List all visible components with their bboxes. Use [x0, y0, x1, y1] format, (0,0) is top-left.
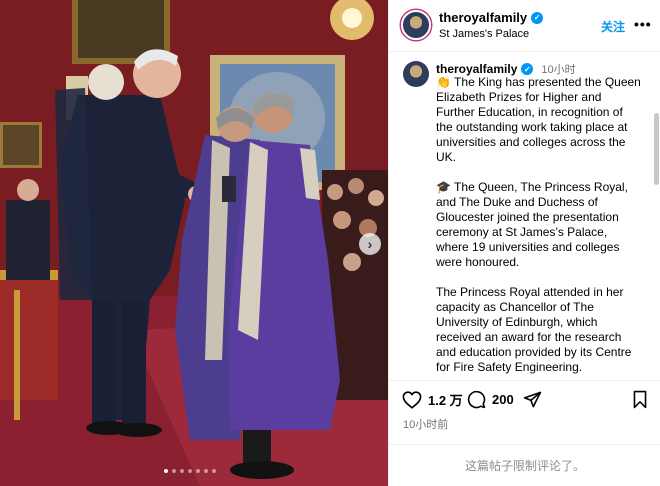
avatar[interactable] — [403, 61, 429, 87]
author-username[interactable]: theroyalfamily — [439, 10, 527, 25]
caption-scrollbar[interactable] — [654, 113, 659, 185]
carousel-dot — [164, 469, 168, 473]
like-count: 1.2 万 — [428, 393, 463, 408]
carousel-dot — [180, 469, 184, 473]
follow-button[interactable]: 关注 — [601, 18, 625, 35]
share-button[interactable] — [523, 390, 542, 409]
more-options-icon[interactable]: ••• — [634, 16, 652, 32]
post-location[interactable]: St James's Palace — [439, 28, 529, 40]
post-photo[interactable]: › — [0, 0, 388, 486]
carousel-dot — [212, 469, 216, 473]
carousel-dot — [204, 469, 208, 473]
caption-text: 👏 The King has presented the Queen Eliza… — [436, 75, 641, 379]
ceremony-photo — [0, 0, 388, 486]
author-username-row[interactable]: theroyalfamily ✓ — [439, 10, 544, 25]
carousel-dot — [188, 469, 192, 473]
avatar[interactable] — [401, 10, 431, 40]
caption-paragraph: 👏 The King has presented the Queen Eliza… — [436, 75, 641, 164]
comments-limited-notice: 这篇帖子限制评论了。 — [389, 444, 660, 486]
comment-button[interactable]: 200 — [467, 390, 514, 409]
like-button[interactable]: 1.2 万 — [402, 390, 463, 409]
heart-icon — [402, 390, 422, 409]
post-side-panel: theroyalfamily ✓ St James's Palace 关注 ••… — [388, 0, 660, 486]
comment-count: 200 — [492, 392, 514, 407]
verified-badge-icon: ✓ — [521, 63, 534, 75]
post-header: theroyalfamily ✓ St James's Palace 关注 ••… — [389, 0, 660, 52]
caption-section: theroyalfamily ✓ 10小时 👏 The King has pre… — [389, 53, 660, 379]
comment-bubble-icon — [467, 390, 486, 409]
caption-paragraph: 🎓 The Queen, The Princess Royal, and The… — [436, 180, 628, 269]
carousel-dot — [172, 469, 176, 473]
carousel-indicator — [164, 469, 216, 473]
chevron-right-icon: › — [367, 236, 373, 252]
bookmark-icon — [633, 390, 647, 409]
post-timestamp: 10小时前 — [403, 419, 449, 431]
caption-username[interactable]: theroyalfamily — [436, 62, 517, 76]
carousel-next-button[interactable]: › — [359, 233, 381, 255]
carousel-dot — [196, 469, 200, 473]
caption-paragraph: The Princess Royal attended in her capac… — [436, 285, 632, 374]
verified-badge-icon: ✓ — [531, 11, 544, 24]
save-button[interactable] — [632, 390, 648, 409]
paper-plane-icon — [523, 391, 542, 408]
